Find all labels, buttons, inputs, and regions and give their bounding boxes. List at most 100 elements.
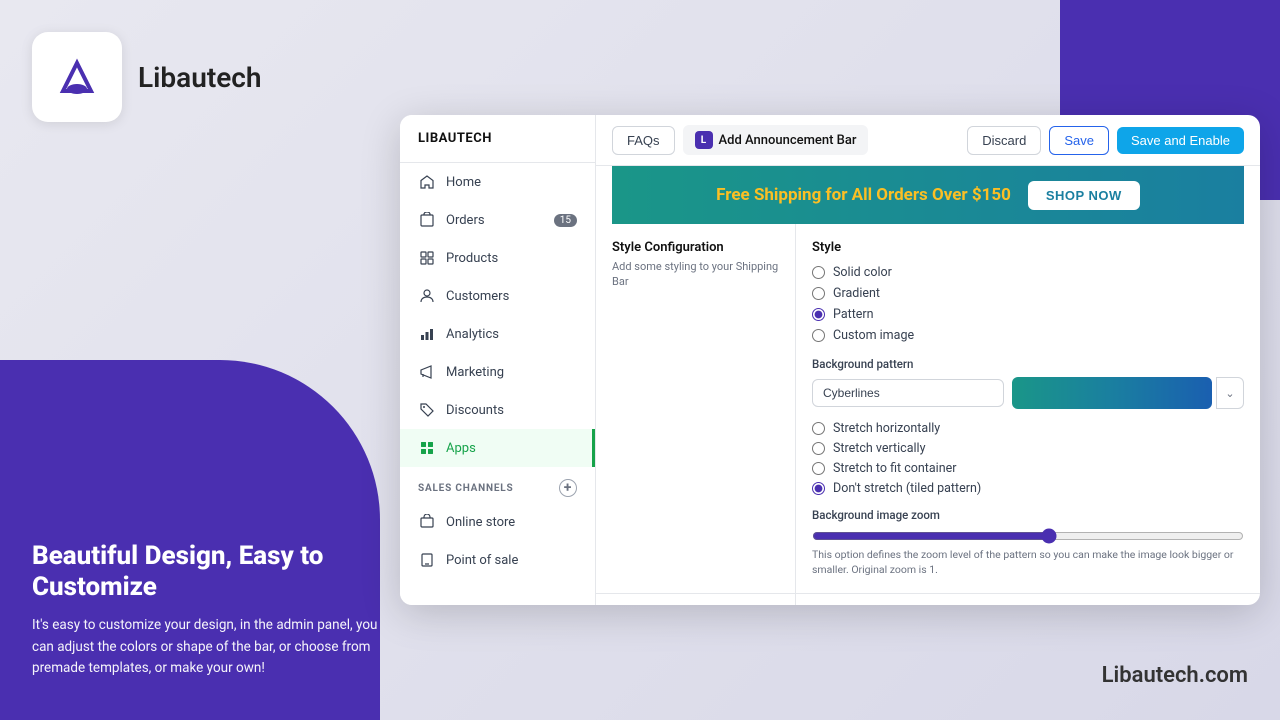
apps-label: Apps [446, 441, 476, 456]
style-option-gradient[interactable]: Gradient [812, 286, 1244, 301]
preview-text: Free Shipping for All Orders Over $150 S… [632, 181, 1224, 210]
analytics-icon [418, 325, 436, 343]
apps-icon [418, 439, 436, 457]
home-label: Home [446, 175, 481, 190]
preview-prev-button[interactable]: ‹ [596, 181, 610, 209]
discounts-icon [418, 401, 436, 419]
stretch-fit-radio[interactable] [812, 462, 825, 475]
stretch-v-label: Stretch vertically [833, 441, 926, 456]
products-label: Products [446, 251, 498, 266]
stretch-horizontal[interactable]: Stretch horizontally [812, 421, 1244, 436]
tab-logo-icon: L [695, 131, 713, 149]
online-store-icon [418, 513, 436, 531]
color-swatch[interactable] [1012, 377, 1212, 409]
logo-box [32, 32, 122, 122]
active-tab[interactable]: L Add Announcement Bar [683, 125, 869, 155]
sidebar-item-discounts[interactable]: Discounts [400, 391, 595, 429]
style-option-solid[interactable]: Solid color [812, 265, 1244, 280]
app-panel: LIBAUTECH Home Orders 15 Products Cus [400, 115, 1260, 605]
logo-area: Libautech [32, 32, 262, 122]
style-section-desc: Add some styling to your Shipping Bar [612, 259, 779, 290]
swatch-chevron-button[interactable]: ⌄ [1216, 377, 1244, 409]
bg-pattern-row: ⌄ [812, 377, 1244, 409]
hero-headline: Beautiful Design, Easy to Customize [32, 541, 392, 603]
orders-label: Orders [446, 213, 485, 228]
sidebar-item-analytics[interactable]: Analytics [400, 315, 595, 353]
preview-normal-text: Free Shipping for All Orders [716, 185, 928, 205]
sidebar-item-apps[interactable]: Apps [400, 429, 595, 467]
marketing-label: Marketing [446, 365, 504, 380]
products-icon [418, 249, 436, 267]
style-radio-custom[interactable] [812, 329, 825, 342]
bar-action-left: Bar Action Add a custom button to your S… [596, 594, 796, 605]
hero-text: Beautiful Design, Easy to Customize It's… [32, 541, 392, 680]
sidebar-item-customers[interactable]: Customers [400, 277, 595, 315]
style-gradient-label: Gradient [833, 286, 880, 301]
sidebar-item-marketing[interactable]: Marketing [400, 353, 595, 391]
tab-label: Add Announcement Bar [719, 133, 857, 148]
stretch-v-radio[interactable] [812, 442, 825, 455]
sidebar: LIBAUTECH Home Orders 15 Products Cus [400, 115, 596, 605]
sidebar-item-orders[interactable]: Orders 15 [400, 201, 595, 239]
zoom-label: Background image zoom [812, 508, 1244, 522]
sidebar-brand: LIBAUTECH [400, 115, 595, 163]
libautech-logo-icon [51, 51, 103, 103]
stretch-fit-label: Stretch to fit container [833, 461, 956, 476]
faqs-button[interactable]: FAQs [612, 126, 675, 155]
stretch-h-radio[interactable] [812, 422, 825, 435]
save-button[interactable]: Save [1049, 126, 1109, 155]
top-bar: FAQs L Add Announcement Bar Discard Save… [596, 115, 1260, 166]
style-radio-pattern[interactable] [812, 308, 825, 321]
stretch-tiled[interactable]: Don't stretch (tiled pattern) [812, 481, 1244, 496]
preview-next-button[interactable]: › [1246, 181, 1260, 209]
brand-name: Libautech [138, 61, 262, 94]
add-sales-channel-button[interactable]: + [559, 479, 577, 497]
analytics-label: Analytics [446, 327, 499, 342]
stretch-fit[interactable]: Stretch to fit container [812, 461, 1244, 476]
style-radio-solid[interactable] [812, 266, 825, 279]
home-icon [418, 173, 436, 191]
pos-label: Point of sale [446, 553, 518, 568]
style-config-left: Style Configuration Add some styling to … [596, 224, 796, 593]
stretch-group: Stretch horizontally Stretch vertically … [812, 421, 1244, 496]
style-label: Style [812, 240, 1244, 255]
preview-bar-wrapper: ‹ Free Shipping for All Orders Over $150… [596, 166, 1260, 224]
style-radio-gradient[interactable] [812, 287, 825, 300]
stretch-h-label: Stretch horizontally [833, 421, 940, 436]
sidebar-item-products[interactable]: Products [400, 239, 595, 277]
style-solid-label: Solid color [833, 265, 892, 280]
stretch-tiled-radio[interactable] [812, 482, 825, 495]
bar-action-section: Bar Action Add a custom button to your S… [596, 594, 1260, 605]
customers-label: Customers [446, 289, 509, 304]
discounts-label: Discounts [446, 403, 504, 418]
website-text: Libautech.com [1102, 663, 1248, 688]
online-store-label: Online store [446, 515, 515, 530]
sidebar-item-home[interactable]: Home [400, 163, 595, 201]
hero-description: It's easy to customize your design, in t… [32, 615, 392, 680]
orders-badge: 15 [554, 214, 577, 227]
stretch-tiled-label: Don't stretch (tiled pattern) [833, 481, 981, 496]
style-config-right: Style Solid color Gradient [796, 224, 1260, 593]
shop-now-button[interactable]: SHOP NOW [1028, 181, 1140, 210]
zoom-hint: This option defines the zoom level of th… [812, 548, 1244, 577]
style-option-custom[interactable]: Custom image [812, 328, 1244, 343]
discard-button[interactable]: Discard [967, 126, 1041, 155]
sidebar-item-online-store[interactable]: Online store [400, 503, 595, 541]
pattern-input[interactable] [812, 379, 1004, 407]
style-pattern-label: Pattern [833, 307, 874, 322]
config-area: Style Configuration Add some styling to … [596, 224, 1260, 605]
preview-bar: Free Shipping for All Orders Over $150 S… [612, 166, 1244, 224]
zoom-slider[interactable] [812, 528, 1244, 544]
marketing-icon [418, 363, 436, 381]
sales-channels-label: SALES CHANNELS [418, 483, 513, 494]
pos-icon [418, 551, 436, 569]
sidebar-item-pos[interactable]: Point of sale [400, 541, 595, 579]
stretch-vertical[interactable]: Stretch vertically [812, 441, 1244, 456]
style-option-pattern[interactable]: Pattern [812, 307, 1244, 322]
bar-action-right: Add bar action Fields to collect Email N… [796, 594, 1260, 605]
main-content: FAQs L Add Announcement Bar Discard Save… [596, 115, 1260, 605]
style-section-title: Style Configuration [612, 240, 779, 255]
save-enable-button[interactable]: Save and Enable [1117, 127, 1244, 154]
customers-icon [418, 287, 436, 305]
sales-channels-header: SALES CHANNELS + [400, 467, 595, 503]
